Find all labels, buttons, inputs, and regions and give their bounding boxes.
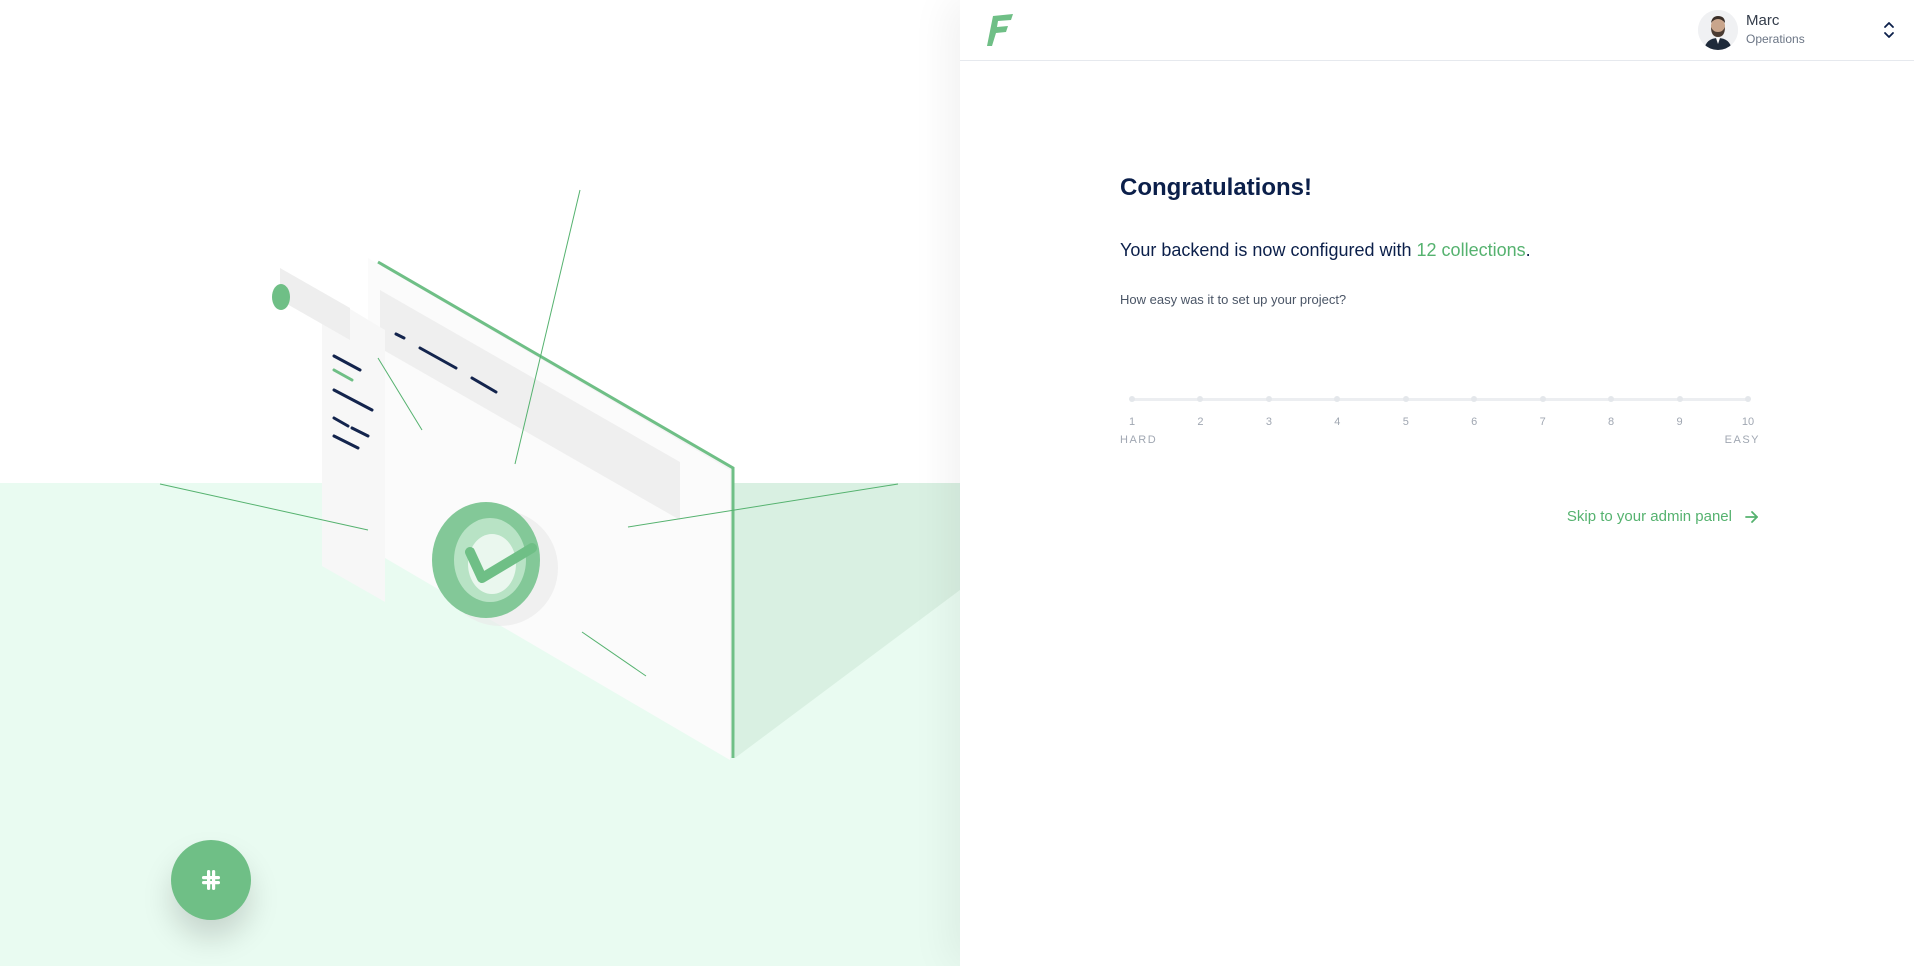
- illustration-panel: [0, 0, 960, 966]
- top-bar: Marc Operations: [960, 0, 1914, 61]
- rating-option[interactable]: 3: [1254, 416, 1284, 428]
- slack-icon: [202, 870, 220, 890]
- skip-to-admin-link[interactable]: Skip to your admin panel: [1567, 508, 1760, 525]
- collections-count: 12 collections: [1416, 240, 1526, 260]
- rating-tick[interactable]: [1608, 396, 1615, 402]
- rating-option[interactable]: 10: [1733, 416, 1763, 428]
- skip-label: Skip to your admin panel: [1566, 508, 1732, 525]
- slack-chat-button[interactable]: [171, 840, 251, 920]
- rating-slider[interactable]: 1 2 3 4 5 6 7 8 9 10: [1120, 380, 1760, 450]
- illustration-shadow: [730, 483, 960, 758]
- rating-min-label: HARD: [1120, 434, 1158, 446]
- rating-tick[interactable]: [1745, 396, 1751, 402]
- user-menu[interactable]: Marc Operations: [1698, 9, 1896, 51]
- rating-track[interactable]: [1132, 398, 1748, 401]
- config-suffix: .: [1525, 240, 1531, 260]
- arrow-right-icon: [1745, 510, 1758, 523]
- rating-option[interactable]: 6: [1459, 416, 1489, 428]
- rating-tick[interactable]: [1402, 396, 1409, 402]
- chevron-up-down-icon[interactable]: [1882, 17, 1896, 43]
- rating-tick[interactable]: [1129, 396, 1135, 402]
- rating-tick[interactable]: [1197, 396, 1204, 402]
- config-summary: Your backend is now configured with 12 c…: [1120, 240, 1531, 261]
- user-avatar: [1698, 10, 1738, 50]
- onboarding-panel: Marc Operations Congratulations! Your ba…: [960, 0, 1914, 966]
- rating-tick[interactable]: [1676, 396, 1683, 402]
- user-name: Marc: [1746, 12, 1780, 29]
- success-check-illustration: [159, 189, 960, 760]
- rating-tick[interactable]: [1334, 396, 1341, 402]
- rating-option[interactable]: 1: [1117, 416, 1147, 428]
- rating-option[interactable]: 9: [1665, 416, 1695, 428]
- rating-option[interactable]: 7: [1528, 416, 1558, 428]
- user-role: Operations: [1746, 32, 1805, 46]
- illustration-green-dot: [272, 284, 290, 310]
- illustration-tab-bar: [280, 268, 350, 340]
- rating-question: How easy was it to set up your project?: [1120, 292, 1347, 307]
- rating-option[interactable]: 4: [1322, 416, 1352, 428]
- rating-tick[interactable]: [1539, 396, 1546, 402]
- rating-option[interactable]: 8: [1596, 416, 1626, 428]
- rating-max-label: EASY: [1724, 434, 1760, 446]
- page-title: Congratulations!: [1120, 174, 1312, 201]
- rating-tick[interactable]: [1471, 396, 1478, 402]
- f-logo-icon[interactable]: [985, 12, 1015, 48]
- config-prefix: Your backend is now configured with: [1120, 240, 1417, 260]
- rating-tick[interactable]: [1265, 396, 1272, 402]
- rating-option[interactable]: 2: [1185, 416, 1215, 428]
- rating-option[interactable]: 5: [1391, 416, 1421, 428]
